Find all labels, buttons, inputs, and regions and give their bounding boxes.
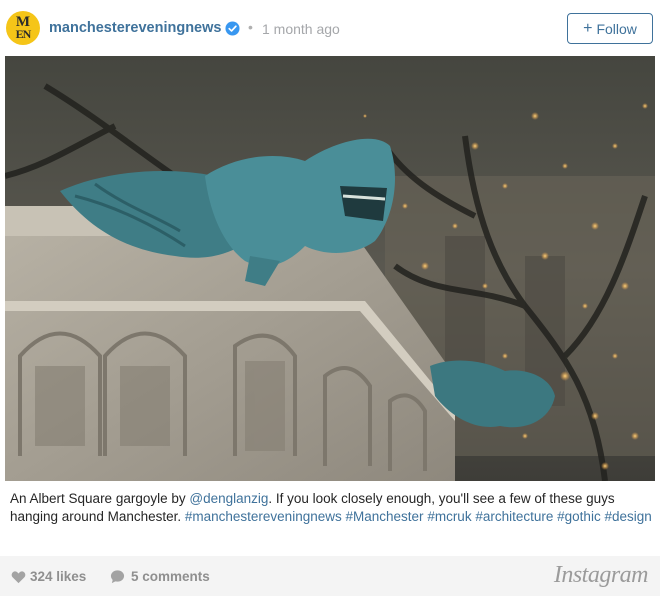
hashtag-link[interactable]: #gothic: [557, 509, 601, 524]
likes-count[interactable]: 324 likes: [30, 569, 86, 584]
caption-text-start: An Albert Square gargoyle by: [10, 491, 190, 506]
follow-button[interactable]: + Follow: [567, 13, 653, 44]
hashtag-link[interactable]: #mcruk: [427, 509, 471, 524]
hashtag-link[interactable]: #Manchester: [346, 509, 424, 524]
post-caption: An Albert Square gargoyle by @denglanzig…: [10, 490, 655, 526]
verified-badge-icon: [225, 21, 240, 36]
post-header: M EN manchestereveningnews • 1 month ago…: [0, 0, 660, 56]
hashtag-link[interactable]: #design: [604, 509, 651, 524]
username-link[interactable]: manchestereveningnews: [49, 20, 221, 36]
hashtag-link[interactable]: #architecture: [475, 509, 553, 524]
heart-icon[interactable]: [11, 570, 26, 584]
plus-icon: +: [583, 19, 593, 37]
timestamp[interactable]: 1 month ago: [262, 21, 340, 37]
hashtag-link[interactable]: #manchestereveningnews: [185, 509, 342, 524]
comment-bubble-icon[interactable]: [110, 569, 125, 584]
follow-label: Follow: [596, 20, 637, 37]
instagram-logo[interactable]: Instagram: [554, 562, 649, 589]
comments-count[interactable]: 5 comments: [131, 569, 210, 584]
post-photo[interactable]: [5, 56, 655, 481]
separator-dot: •: [248, 19, 253, 35]
mention-link[interactable]: @denglanzig: [189, 491, 268, 506]
gargoyle-photo-image: [5, 56, 655, 481]
post-footer: 324 likes 5 comments Instagram: [0, 556, 660, 596]
avatar[interactable]: M EN: [6, 11, 40, 45]
avatar-logo-bottom: EN: [15, 27, 32, 41]
instagram-post-embed: M EN manchestereveningnews • 1 month ago…: [0, 0, 660, 596]
